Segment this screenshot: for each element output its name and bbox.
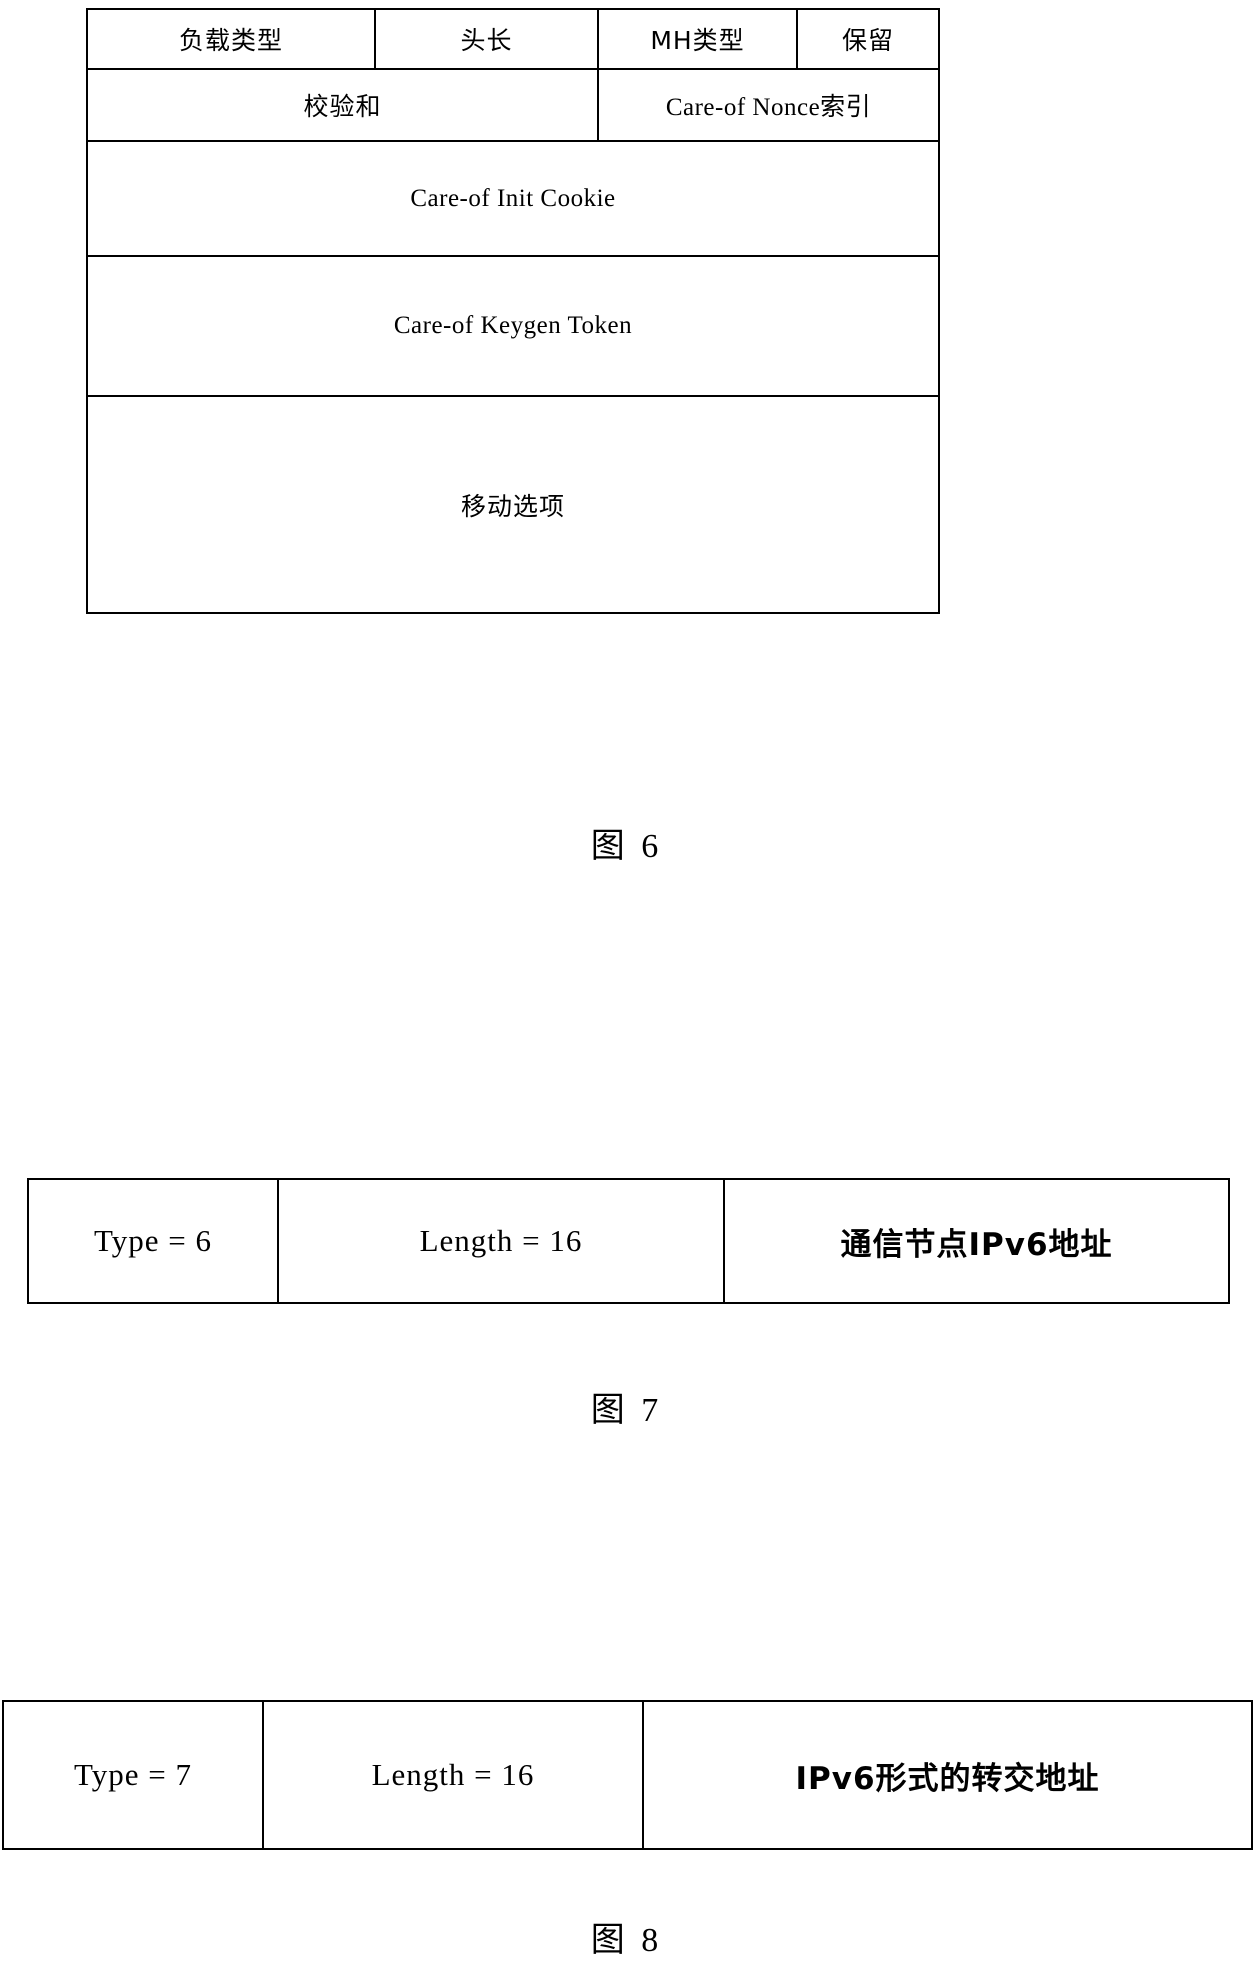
cell-care-of-address-ipv6-form: IPv6形式的转交地址 — [642, 1700, 1253, 1850]
figure-7-packet-table: Type = 6 Length = 16 通信节点IPv6地址 — [27, 1178, 1230, 1304]
patent-drawing-page: 负载类型 头长 MH类型 保留 校验和 Care-of Nonce索引 Care… — [0, 0, 1253, 1966]
table-row: Type = 6 Length = 16 通信节点IPv6地址 — [27, 1178, 1230, 1304]
cell-type-7: Type = 7 — [2, 1700, 264, 1850]
figure-8-packet-table: Type = 7 Length = 16 IPv6形式的转交地址 — [2, 1700, 1253, 1850]
cell-header-length: 头长 — [374, 8, 599, 70]
figure-6-caption: 图 6 — [590, 828, 663, 865]
table-row: 负载类型 头长 MH类型 保留 — [86, 8, 940, 70]
cell-payload-type: 负载类型 — [86, 8, 376, 70]
table-row: Care-of Init Cookie — [86, 140, 940, 257]
cell-mh-type: MH类型 — [597, 8, 798, 70]
table-row: Care-of Keygen Token — [86, 255, 940, 397]
cell-length-16: Length = 16 — [262, 1700, 644, 1850]
table-row: 校验和 Care-of Nonce索引 — [86, 68, 940, 142]
cell-reserved: 保留 — [796, 8, 940, 70]
figure-7-caption: 图 7 — [590, 1392, 663, 1429]
cell-correspondent-node-ipv6-address: 通信节点IPv6地址 — [723, 1178, 1230, 1304]
table-row: 移动选项 — [86, 395, 940, 614]
cell-mobility-options: 移动选项 — [86, 395, 940, 614]
table-row: Type = 7 Length = 16 IPv6形式的转交地址 — [2, 1700, 1253, 1850]
cell-type-6: Type = 6 — [27, 1178, 279, 1304]
cell-checksum: 校验和 — [86, 68, 599, 142]
figure-6-packet-table: 负载类型 头长 MH类型 保留 校验和 Care-of Nonce索引 Care… — [86, 8, 940, 614]
cell-care-of-keygen-token: Care-of Keygen Token — [86, 255, 940, 397]
cell-care-of-nonce-index: Care-of Nonce索引 — [597, 68, 940, 142]
cell-length-16: Length = 16 — [277, 1178, 725, 1304]
cell-care-of-init-cookie: Care-of Init Cookie — [86, 140, 940, 257]
figure-8-caption: 图 8 — [590, 1922, 663, 1959]
